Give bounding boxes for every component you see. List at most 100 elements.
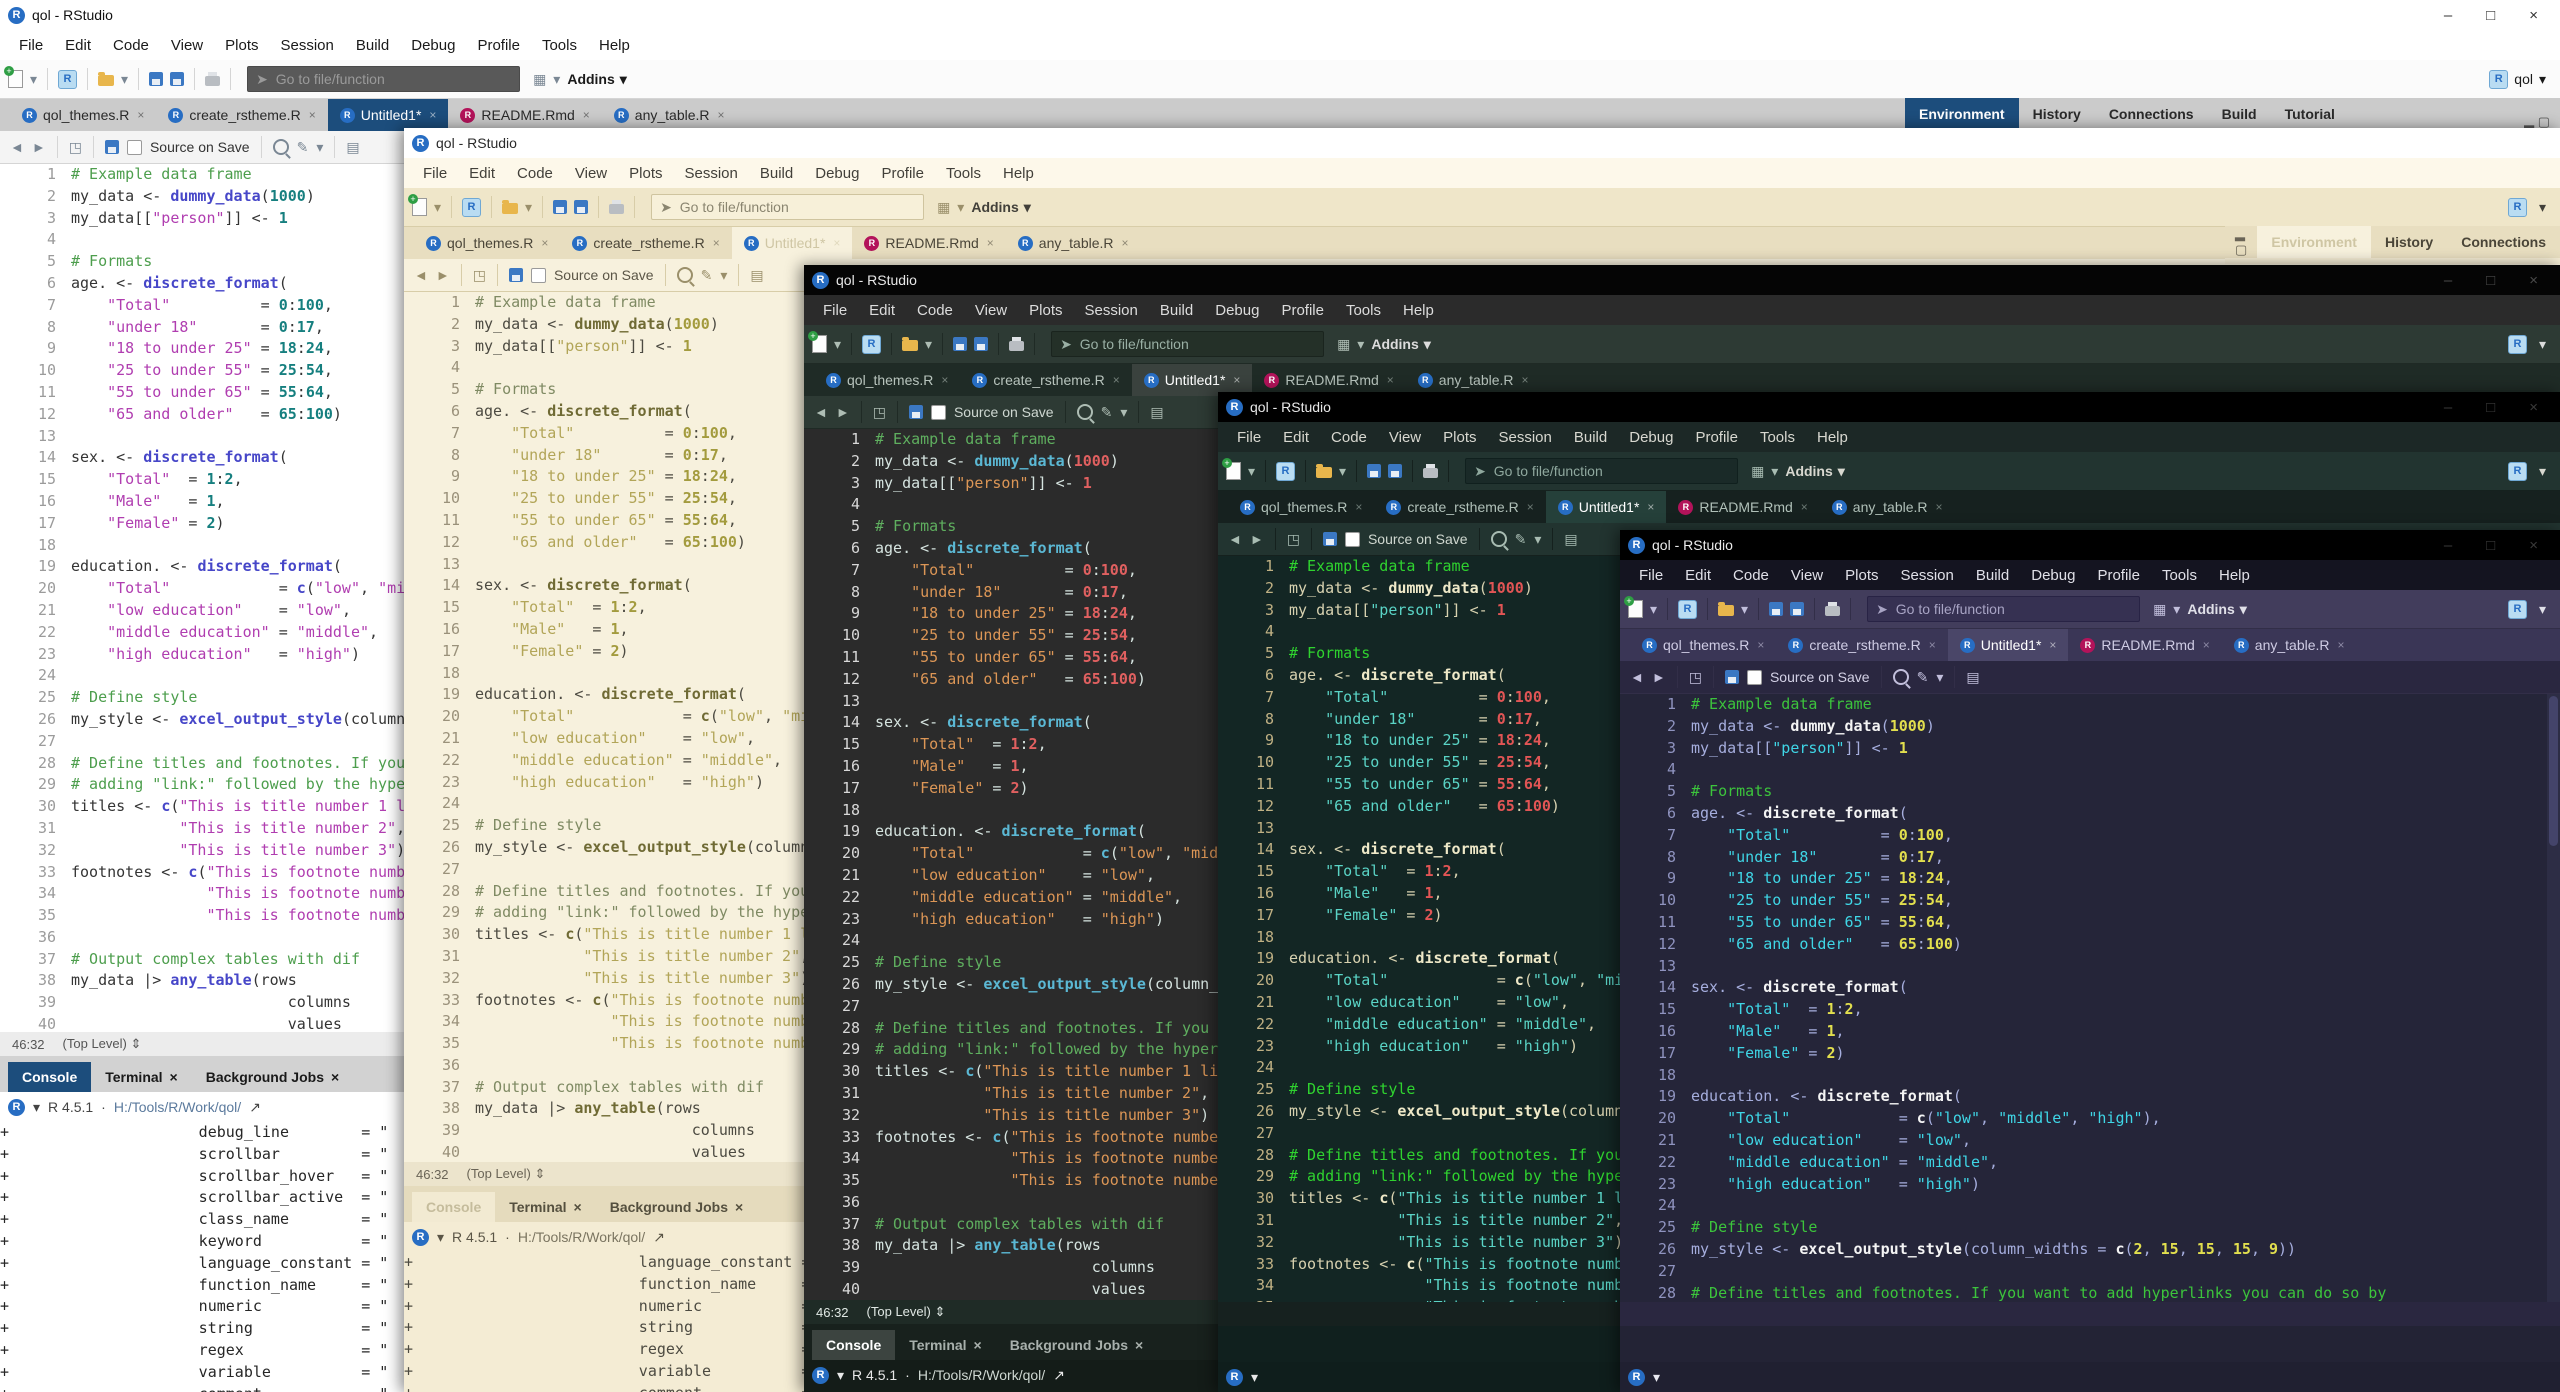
dropdown-icon[interactable]: ▾: [1771, 463, 1778, 480]
menu-view[interactable]: View: [966, 299, 1016, 322]
menu-debug[interactable]: Debug: [1620, 426, 1682, 449]
restore-button[interactable]: □: [2486, 399, 2495, 416]
menu-session[interactable]: Session: [676, 162, 747, 185]
tab-untitled1-[interactable]: RUntitled1*×: [1546, 491, 1667, 523]
save-icon[interactable]: [1367, 464, 1381, 478]
r-logo-icon[interactable]: R: [412, 1229, 429, 1246]
tab-qol-themes-r[interactable]: Rqol_themes.R×: [1630, 629, 1776, 661]
tab-any-table-r[interactable]: Rany_table.R×: [1820, 491, 1955, 523]
menu-plots[interactable]: Plots: [620, 162, 671, 185]
menu-tools[interactable]: Tools: [1337, 299, 1390, 322]
tab-close-icon[interactable]: ×: [1936, 500, 1943, 514]
tab-close-icon[interactable]: ×: [2049, 638, 2056, 652]
close-button[interactable]: ×: [2529, 399, 2538, 416]
pane-layout-icon[interactable]: ▦: [1337, 336, 1350, 353]
editor-scrollbar[interactable]: [2547, 694, 2560, 1302]
r-logo-icon[interactable]: R: [1226, 1369, 1243, 1386]
search-icon[interactable]: [1077, 404, 1093, 420]
tab-close-icon[interactable]: ×: [1387, 373, 1394, 387]
menu-debug[interactable]: Debug: [1206, 299, 1268, 322]
print-icon[interactable]: [205, 76, 220, 86]
tab-qol-themes-r[interactable]: Rqol_themes.R×: [10, 99, 156, 131]
new-file-icon[interactable]: +: [8, 70, 23, 88]
pane-layout-icon[interactable]: ▦: [1751, 463, 1764, 480]
restore-button[interactable]: □: [2486, 7, 2495, 24]
project-button[interactable]: R ▾: [2508, 335, 2552, 354]
dropdown-icon[interactable]: ▾: [1534, 531, 1541, 548]
env-tab-environment[interactable]: Environment: [2257, 226, 2371, 258]
menu-code[interactable]: Code: [1322, 426, 1376, 449]
tab-close-icon[interactable]: ×: [833, 236, 840, 250]
new-file-icon[interactable]: +: [412, 198, 427, 216]
tab-close-icon[interactable]: ×: [1757, 638, 1764, 652]
console-tab-terminal[interactable]: Terminal×: [895, 1330, 996, 1360]
menu-help[interactable]: Help: [1808, 426, 1857, 449]
source-on-save-checkbox[interactable]: [1345, 532, 1360, 547]
menu-build[interactable]: Build: [347, 34, 398, 57]
r-logo-icon[interactable]: R: [8, 1099, 25, 1116]
search-icon[interactable]: [273, 139, 289, 155]
new-file-icon[interactable]: +: [1226, 462, 1241, 480]
tab-close-icon[interactable]: ×: [1647, 500, 1654, 514]
back-icon[interactable]: ◄: [1228, 531, 1242, 547]
menu-session[interactable]: Session: [1892, 564, 1963, 587]
new-project-icon[interactable]: R: [462, 198, 481, 217]
tab-close-icon[interactable]: ×: [137, 108, 144, 122]
forward-icon[interactable]: ►: [32, 139, 46, 155]
show-in-new-window-icon[interactable]: ◳: [1689, 669, 1702, 686]
tab-untitled1-[interactable]: RUntitled1*×: [732, 227, 853, 259]
r-logo-icon[interactable]: R: [1628, 1369, 1645, 1386]
forward-icon[interactable]: ►: [436, 267, 450, 283]
code-tools-wand-icon[interactable]: ✎: [1515, 531, 1527, 548]
menu-code[interactable]: Code: [1724, 564, 1778, 587]
save-icon[interactable]: [1769, 602, 1783, 616]
tab-close-icon[interactable]: ×: [987, 236, 994, 250]
menu-build[interactable]: Build: [1151, 299, 1202, 322]
print-icon[interactable]: [1423, 468, 1438, 478]
save-icon[interactable]: [149, 72, 163, 86]
dropdown-icon[interactable]: ▾: [1357, 336, 1364, 353]
tab-close-icon[interactable]: ×: [1522, 373, 1529, 387]
open-file-icon[interactable]: [98, 75, 114, 86]
console-tab-console[interactable]: Console: [412, 1192, 495, 1222]
dropdown-icon[interactable]: ▾: [720, 267, 727, 284]
menu-view[interactable]: View: [1782, 564, 1832, 587]
show-in-new-window-icon[interactable]: ◳: [69, 139, 82, 156]
menu-edit[interactable]: Edit: [860, 299, 904, 322]
tab-close-icon[interactable]: ×: [974, 1337, 982, 1353]
search-icon[interactable]: [677, 267, 693, 283]
pane-layout-icon[interactable]: ▦: [533, 71, 546, 88]
console-tab-console[interactable]: Console: [8, 1062, 91, 1092]
tab-create-rstheme-r[interactable]: Rcreate_rstheme.R×: [960, 364, 1131, 396]
save-all-icon[interactable]: [574, 200, 588, 214]
menu-session[interactable]: Session: [272, 34, 343, 57]
console-tab-background-jobs[interactable]: Background Jobs×: [596, 1192, 757, 1222]
minimize-button[interactable]: –: [2444, 537, 2452, 554]
code-tools-wand-icon[interactable]: ✎: [297, 139, 309, 156]
menu-tools[interactable]: Tools: [937, 162, 990, 185]
tab-readme-rmd[interactable]: RREADME.Rmd×: [2068, 629, 2221, 661]
menu-help[interactable]: Help: [994, 162, 1043, 185]
tab-close-icon[interactable]: ×: [331, 1069, 339, 1085]
save-icon[interactable]: [553, 200, 567, 214]
dropdown-icon[interactable]: ▾: [1251, 1369, 1258, 1386]
close-button[interactable]: ×: [2529, 272, 2538, 289]
open-file-icon[interactable]: [1718, 605, 1734, 616]
menu-edit[interactable]: Edit: [1676, 564, 1720, 587]
r-logo-icon[interactable]: R: [812, 1367, 829, 1384]
menu-debug[interactable]: Debug: [2022, 564, 2084, 587]
dropdown-icon[interactable]: ▾: [1120, 404, 1127, 421]
compile-report-icon[interactable]: ▤: [1564, 531, 1577, 548]
menu-view[interactable]: View: [566, 162, 616, 185]
menu-profile[interactable]: Profile: [468, 34, 529, 57]
tab-close-icon[interactable]: ×: [718, 108, 725, 122]
tab-close-icon[interactable]: ×: [1929, 638, 1936, 652]
compile-report-icon[interactable]: ▤: [1966, 669, 1979, 686]
console-tab-terminal[interactable]: Terminal×: [91, 1062, 192, 1092]
env-tab-connections[interactable]: Connections: [2095, 98, 2208, 130]
back-icon[interactable]: ◄: [814, 404, 828, 420]
print-icon[interactable]: [1009, 341, 1024, 351]
save-icon[interactable]: [1725, 670, 1739, 684]
save-all-icon[interactable]: [974, 337, 988, 351]
menu-build[interactable]: Build: [1565, 426, 1616, 449]
